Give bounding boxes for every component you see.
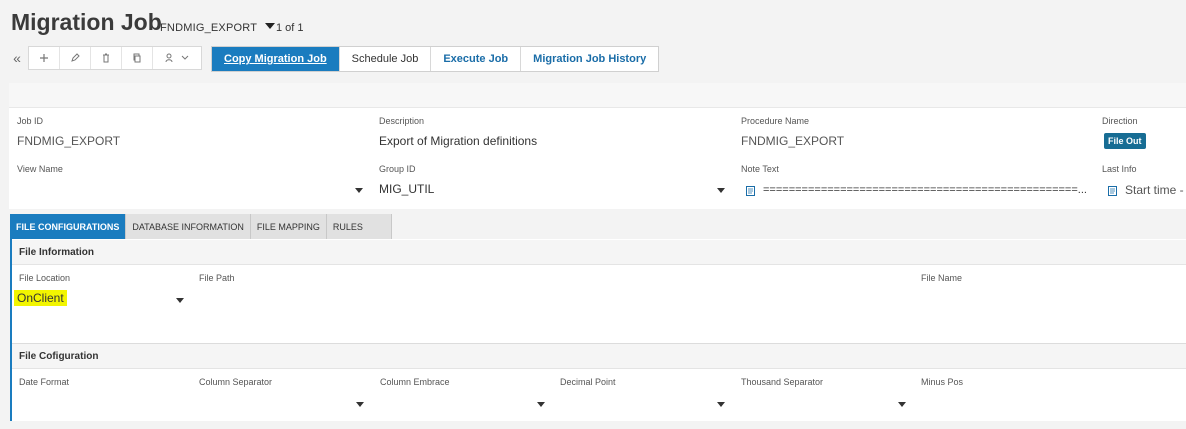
record-actions: [28, 46, 202, 70]
decimal-point-label: Decimal Point: [560, 377, 616, 387]
chevron-down-icon: [717, 188, 725, 193]
procedure-name-value: FNDMIG_EXPORT: [741, 134, 845, 148]
column-separator-select[interactable]: [199, 394, 367, 412]
clipboard-icon: [746, 185, 755, 196]
duplicate-button[interactable]: [122, 47, 153, 69]
edit-button[interactable]: [60, 47, 91, 69]
note-text-value: ========================================…: [763, 184, 1087, 196]
chevron-down-icon: [717, 402, 725, 407]
thousand-separator-select[interactable]: [741, 394, 909, 412]
double-chevron-left-icon[interactable]: «: [10, 50, 24, 66]
group-id-label: Group ID: [379, 164, 416, 174]
date-format-input[interactable]: [19, 394, 187, 412]
chevron-down-icon: [898, 402, 906, 407]
tab-file-configurations[interactable]: FILE CONFIGURATIONS: [10, 214, 127, 239]
tab-bar: FILE CONFIGURATIONS DATABASE INFORMATION…: [10, 214, 392, 239]
chevron-down-icon[interactable]: [265, 23, 276, 29]
description-value: Export of Migration definitions: [379, 134, 538, 148]
schedule-job-button[interactable]: Schedule Job: [340, 47, 432, 71]
minus-pos-input[interactable]: [921, 394, 1181, 412]
procedure-name-label: Procedure Name: [741, 116, 810, 126]
migration-job-history-button[interactable]: Migration Job History: [521, 47, 658, 71]
record-key: FNDMIG_EXPORT: [160, 22, 258, 34]
chevron-down-icon: [181, 55, 189, 60]
note-text-label: Note Text: [741, 164, 779, 174]
direction-badge: File Out: [1104, 133, 1146, 149]
delete-button[interactable]: [91, 47, 122, 69]
note-text-field[interactable]: ========================================…: [746, 182, 1091, 198]
file-configuration-header: [12, 344, 1186, 369]
pager: 1 of 1: [276, 22, 304, 34]
date-format-label: Date Format: [19, 377, 70, 387]
group-id-value: MIG_UTIL: [379, 182, 435, 196]
chevron-down-icon: [355, 188, 363, 193]
direction-label: Direction: [1102, 116, 1138, 126]
pencil-icon: [71, 53, 80, 62]
file-configuration-title: File Cofiguration: [19, 351, 99, 362]
job-id-label: Job ID: [17, 116, 44, 126]
header-strip: [9, 83, 1186, 108]
file-name-label: File Name: [921, 273, 963, 283]
thousand-separator-label: Thousand Separator: [741, 377, 824, 387]
last-info-field[interactable]: Start time -: [1108, 182, 1186, 198]
column-separator-label: Column Separator: [199, 377, 273, 387]
tab-database-information[interactable]: DATABASE INFORMATION: [126, 214, 251, 239]
file-path-label: File Path: [199, 273, 235, 283]
execute-job-button[interactable]: Execute Job: [431, 47, 522, 71]
add-button[interactable]: [29, 47, 60, 69]
last-info-value: Start time -: [1125, 183, 1184, 197]
view-name-field[interactable]: [17, 180, 365, 198]
plus-icon: [40, 54, 48, 62]
file-path-input[interactable]: [199, 290, 899, 308]
tab-file-mapping[interactable]: FILE MAPPING: [250, 214, 327, 239]
file-information-header: [12, 240, 1186, 265]
file-location-label: File Location: [19, 273, 71, 283]
copy-icon: [133, 53, 141, 63]
column-embrace-select[interactable]: [380, 394, 548, 412]
file-name-input[interactable]: [921, 290, 1181, 308]
tab-rules[interactable]: RULES: [326, 214, 392, 239]
column-embrace-label: Column Embrace: [380, 377, 450, 387]
command-bar: Copy Migration Job Schedule Job Execute …: [211, 46, 660, 72]
file-location-field[interactable]: OnClient: [14, 290, 186, 308]
people-icon: [165, 53, 173, 63]
view-name-label: View Name: [17, 164, 63, 174]
chevron-down-icon: [176, 298, 184, 303]
toolbar: «: [10, 46, 202, 70]
job-id-value: FNDMIG_EXPORT: [17, 134, 121, 148]
description-label: Description: [379, 116, 425, 126]
trash-icon: [103, 53, 109, 63]
chevron-down-icon: [537, 402, 545, 407]
group-id-field[interactable]: MIG_UTIL: [379, 180, 727, 198]
clipboard-icon: [1108, 185, 1117, 196]
file-location-value: OnClient: [14, 290, 67, 306]
people-menu-button[interactable]: [153, 47, 201, 69]
page-title: Migration Job: [11, 9, 162, 35]
copy-migration-job-button[interactable]: Copy Migration Job: [212, 47, 340, 71]
minus-pos-label: Minus Pos: [921, 377, 964, 387]
chevron-down-icon: [356, 402, 364, 407]
decimal-point-select[interactable]: [560, 394, 728, 412]
file-information-title: File Information: [19, 247, 94, 258]
last-info-label: Last Info: [1102, 164, 1137, 174]
record-selector[interactable]: FNDMIG_EXPORT: [160, 22, 276, 34]
